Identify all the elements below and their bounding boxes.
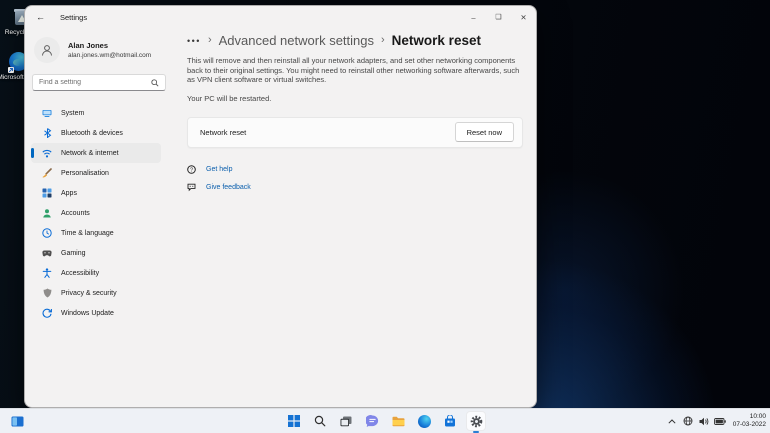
card-label: Network reset <box>200 127 247 137</box>
windows-logo-icon <box>288 415 300 427</box>
gear-icon <box>470 415 482 427</box>
give-feedback-link[interactable]: Give feedback <box>206 184 251 191</box>
task-view-button[interactable] <box>336 411 356 431</box>
shortcut-arrow-icon <box>8 67 14 73</box>
window-title: Settings <box>60 12 88 22</box>
user-email: alan.jones.wm@hotmail.com <box>68 51 152 59</box>
sidebar-item-label: Personalisation <box>61 169 109 177</box>
get-help-row[interactable]: ? Get help <box>187 164 536 174</box>
apps-icon <box>42 188 52 198</box>
back-button[interactable]: ← <box>36 12 50 22</box>
breadcrumb: ••• › Advanced network settings › Networ… <box>187 33 536 48</box>
sidebar-item-label: Windows Update <box>61 309 114 317</box>
shield-icon <box>42 288 52 298</box>
restart-note: Your PC will be restarted. <box>187 93 272 103</box>
sidebar-item-privacy-security[interactable]: Privacy & security <box>31 283 161 303</box>
sidebar-item-label: System <box>61 109 85 117</box>
sidebar-item-windows-update[interactable]: Windows Update <box>31 303 161 323</box>
widgets-icon <box>11 416 23 426</box>
search-icon <box>314 415 326 427</box>
sidebar-item-label: Time & language <box>61 229 114 237</box>
file-explorer-button[interactable] <box>388 411 408 431</box>
main-content: ••• › Advanced network settings › Networ… <box>187 28 536 407</box>
sidebar: Alan Jones alan.jones.wm@hotmail.com Fin… <box>25 28 187 407</box>
sidebar-item-network-internet[interactable]: Network & internet <box>31 143 161 163</box>
settings-window: ← Settings – ❑ ✕ Alan Jones alan.jones.w… <box>24 5 537 408</box>
close-button[interactable]: ✕ <box>511 6 536 28</box>
wifi-icon <box>42 148 52 158</box>
page-title: Network reset <box>391 33 481 48</box>
folder-icon <box>392 416 404 426</box>
person-icon <box>42 45 52 56</box>
help-icon: ? <box>187 164 196 174</box>
get-help-link[interactable]: Get help <box>206 166 232 173</box>
sidebar-item-label: Gaming <box>61 249 86 257</box>
sidebar-nav: System Bluetooth & devices Network & int… <box>31 103 187 323</box>
search-button[interactable] <box>310 411 330 431</box>
accounts-icon <box>42 208 52 218</box>
chat-icon <box>365 415 378 427</box>
clock-time: 10:00 <box>749 413 766 420</box>
task-view-icon <box>340 416 352 426</box>
edge-icon <box>417 414 431 428</box>
edge-button[interactable] <box>414 411 434 431</box>
clock-date: 07-03-2022 <box>732 421 766 428</box>
sidebar-item-label: Accounts <box>61 209 90 217</box>
network-reset-card: Network reset Reset now <box>187 116 523 148</box>
svg-text:?: ? <box>190 167 193 173</box>
bluetooth-icon <box>42 128 52 138</box>
settings-button[interactable] <box>466 411 486 433</box>
store-button[interactable] <box>440 411 460 431</box>
page-description: This will remove and then reinstall all … <box>187 56 520 85</box>
sidebar-item-bluetooth-devices[interactable]: Bluetooth & devices <box>31 123 161 143</box>
breadcrumb-parent[interactable]: Advanced network settings <box>219 33 374 48</box>
gamepad-icon <box>42 248 52 258</box>
brush-icon <box>42 168 52 178</box>
sidebar-item-personalisation[interactable]: Personalisation <box>31 163 161 183</box>
taskbar-clock[interactable]: 10:00 07-03-2022 <box>730 413 766 429</box>
chevron-right-icon: › <box>207 34 212 46</box>
accessibility-icon <box>42 268 52 278</box>
volume-tray-icon[interactable] <box>698 415 710 427</box>
store-icon <box>445 415 455 427</box>
minimize-button[interactable]: – <box>461 6 486 28</box>
maximize-button[interactable]: ❑ <box>486 6 511 28</box>
user-profile[interactable]: Alan Jones alan.jones.wm@hotmail.com <box>34 37 187 63</box>
desktop: Recycle Bin Microsoft Edge ← Settings – … <box>0 0 770 433</box>
widgets-button[interactable] <box>7 411 27 431</box>
search-box[interactable] <box>32 74 166 91</box>
user-name: Alan Jones <box>68 41 109 51</box>
sidebar-item-label: Apps <box>61 189 77 197</box>
give-feedback-row[interactable]: Give feedback <box>187 183 536 192</box>
sidebar-item-accessibility[interactable]: Accessibility <box>31 263 161 283</box>
sidebar-item-system[interactable]: System <box>31 103 161 123</box>
system-icon <box>42 108 52 118</box>
sidebar-item-label: Accessibility <box>61 269 100 277</box>
titlebar[interactable]: ← Settings – ❑ ✕ <box>25 6 536 28</box>
chevron-right-icon: › <box>381 34 385 46</box>
update-icon <box>42 308 52 318</box>
avatar <box>34 37 60 63</box>
sidebar-item-label: Network & internet <box>61 149 119 157</box>
breadcrumb-ellipsis-button[interactable]: ••• <box>187 36 201 46</box>
search-input[interactable] <box>39 79 151 86</box>
feedback-icon <box>187 183 196 192</box>
search-icon <box>151 78 159 87</box>
battery-tray-icon[interactable] <box>713 415 726 427</box>
taskbar: 10:00 07-03-2022 <box>0 408 770 433</box>
sidebar-item-label: Bluetooth & devices <box>61 129 123 137</box>
clock-icon <box>42 228 52 238</box>
chat-button[interactable] <box>362 411 382 431</box>
sidebar-item-gaming[interactable]: Gaming <box>31 243 161 263</box>
sidebar-item-label: Privacy & security <box>61 289 117 297</box>
sidebar-item-apps[interactable]: Apps <box>31 183 161 203</box>
sidebar-item-accounts[interactable]: Accounts <box>31 203 161 223</box>
hidden-icons-chevron[interactable] <box>666 415 678 427</box>
sidebar-item-time-language[interactable]: Time & language <box>31 223 161 243</box>
network-tray-icon[interactable] <box>682 415 694 427</box>
start-button[interactable] <box>284 411 304 431</box>
reset-now-button[interactable]: Reset now <box>454 122 514 143</box>
